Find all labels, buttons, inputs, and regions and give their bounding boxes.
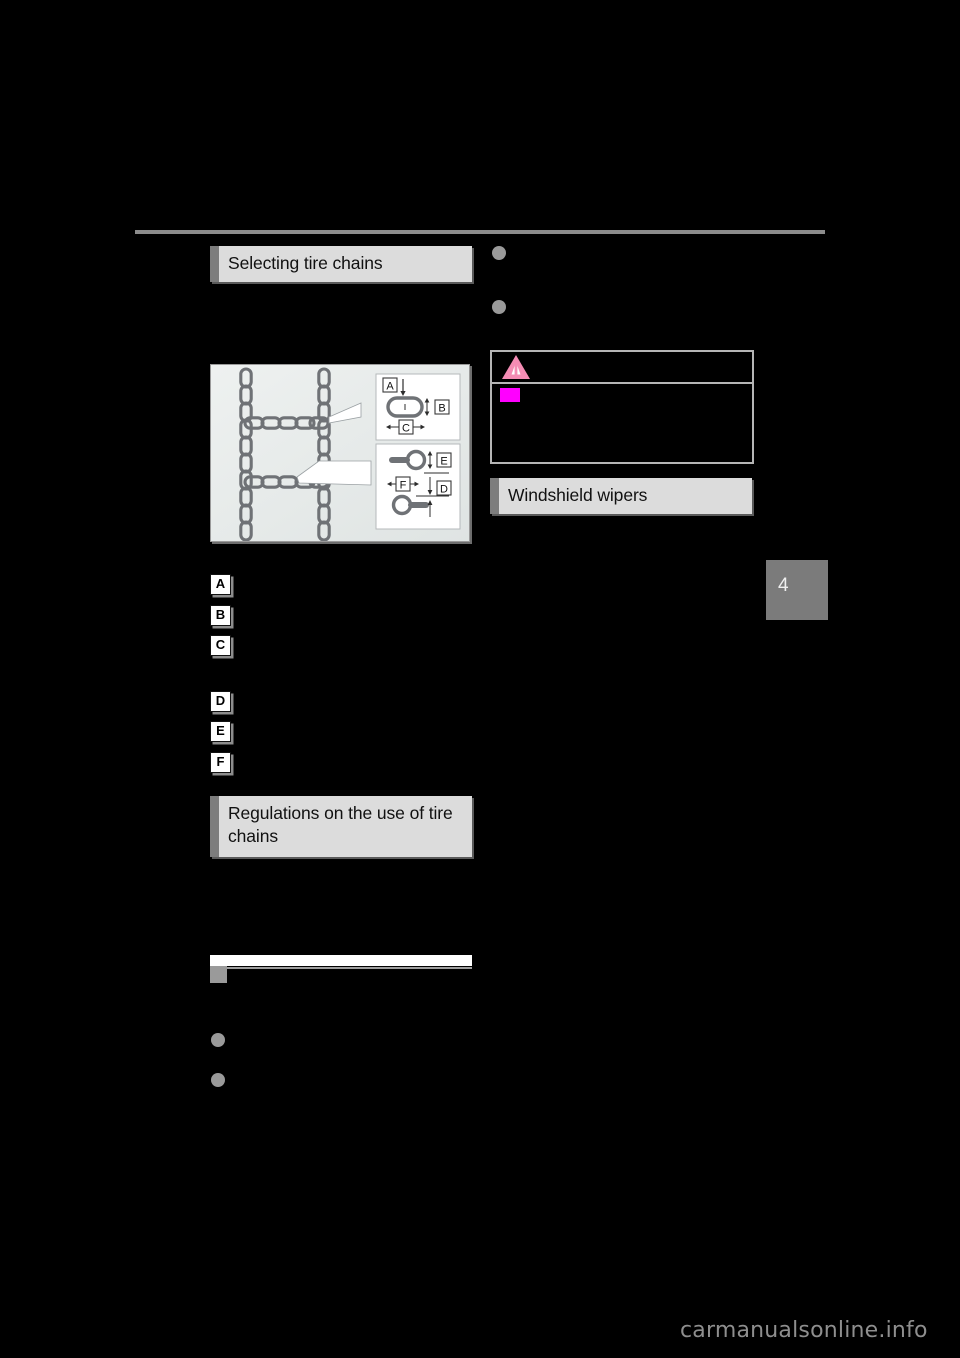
marker-e: E [210,721,231,742]
svg-text:A: A [386,381,394,393]
marker-d: D [210,691,231,712]
warning-box [490,350,754,464]
marker-a: A [210,574,231,595]
heading-selecting-tire-chains: Selecting tire chains [210,246,472,283]
site-watermark: carmanualsonline.info [680,1318,928,1343]
list-bullet-right-2 [492,300,506,314]
list-bullet-right-1 [492,246,506,260]
subsection-divider [210,955,472,969]
subsection-square-bullet [210,966,227,983]
warning-bullet [500,388,520,402]
svg-text:F: F [400,480,407,492]
warning-triangle-icon [502,355,530,379]
list-bullet-left-2 [211,1073,225,1087]
subsection-band [210,955,472,966]
marker-c: C [210,635,231,656]
marker-f: F [210,752,231,773]
chapter-tab: 4 [766,560,828,620]
manual-page: Selecting tire chains A B C E F D A B C … [0,0,960,1358]
marker-b: B [210,605,231,626]
subsection-rule [210,967,472,969]
svg-text:E: E [440,456,447,468]
header-rule [135,230,825,234]
svg-text:D: D [440,484,448,496]
warning-divider [492,382,752,384]
svg-text:C: C [402,423,410,435]
heading-regulations-on-tire-chains: Regulations on the use of tire chains [210,796,472,858]
chapter-number: 4 [778,575,789,596]
heading-windshield-wipers: Windshield wipers [490,478,752,515]
tire-chain-dimensions-diagram: A B C E F D [210,364,470,542]
list-bullet-left-1 [211,1033,225,1047]
svg-text:B: B [438,403,445,415]
